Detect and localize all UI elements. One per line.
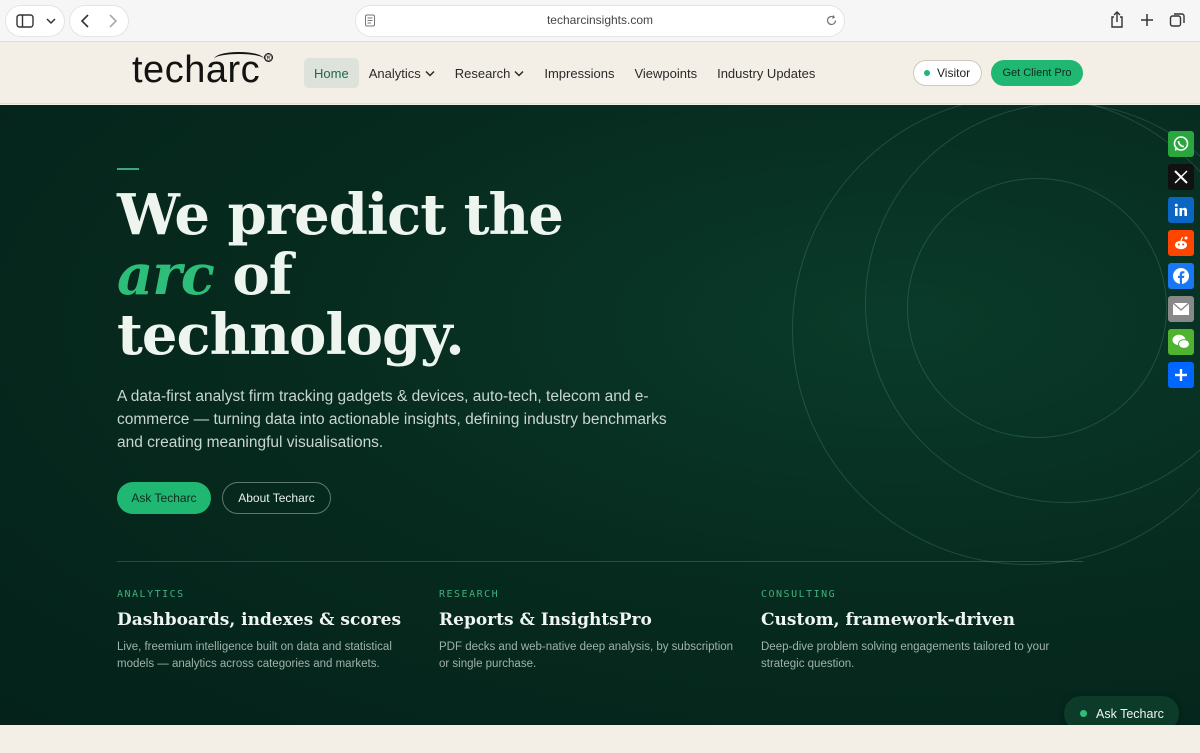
x-icon[interactable] [1168,164,1194,190]
feature-title: Dashboards, indexes & scores [117,610,402,630]
new-tab-icon[interactable] [1139,11,1155,29]
hero-divider [117,561,1083,562]
site-header: techarc ® Home Analytics Research Impres… [0,42,1200,104]
feature-description: Deep-dive problem solving engagements ta… [761,641,1050,670]
toolbar-actions [1109,11,1186,29]
feature-analytics[interactable]: ANALYTICS Dashboards, indexes & scores L… [117,589,417,672]
status-dot-icon [924,70,930,76]
decorative-ring-inner [907,178,1167,438]
nav-item-analytics[interactable]: Analytics [359,58,445,88]
hero-title-line1: We predict the [117,182,564,248]
url-text: techarcinsights.com [546,13,654,27]
hero-title: We predict the arc of technology. [117,182,564,368]
nav-label: Industry Updates [717,65,816,81]
nav-label: Viewpoints [634,65,698,81]
facebook-icon[interactable] [1168,263,1194,289]
wechat-icon[interactable] [1168,329,1194,355]
nav-item-industry-updates[interactable]: Industry Updates [707,58,825,88]
get-client-pro-button[interactable]: Get Client Pro [991,60,1083,86]
feature-consulting[interactable]: CONSULTING Custom, framework-driven Deep… [761,589,1061,672]
reload-icon[interactable] [825,14,838,27]
logo-arc-icon [214,52,264,66]
share-icon[interactable] [1168,362,1194,388]
main-nav: Home Analytics Research Impressions View… [304,58,825,88]
status-dot-icon [1080,710,1087,717]
feature-label: CONSULTING [761,589,837,600]
linkedin-icon[interactable] [1168,197,1194,223]
nav-item-research[interactable]: Research [445,58,535,88]
feature-label: RESEARCH [439,589,500,600]
forward-icon[interactable] [108,14,118,28]
whatsapp-icon[interactable] [1168,131,1194,157]
feature-title: Reports & InsightsPro [439,610,652,630]
address-bar[interactable]: techarcinsights.com [356,6,844,36]
feature-description: PDF decks and web-native deep analysis, … [439,641,734,670]
tab-overview-icon[interactable] [1169,11,1186,29]
browser-toolbar: techarcinsights.com [0,0,1200,42]
hero-title-accent: arc [117,242,215,308]
visitor-button[interactable]: Visitor [913,60,982,86]
registered-mark: ® [264,53,273,63]
share-rail [1168,131,1194,395]
chevron-down-icon [425,70,435,77]
page-below-hero [0,725,1200,753]
history-nav-group [70,6,128,36]
reddit-icon[interactable] [1168,230,1194,256]
hero-accent-line [117,168,139,170]
nav-item-impressions[interactable]: Impressions [534,58,624,88]
about-techarc-button[interactable]: About Techarc [222,482,331,514]
visitor-label: Visitor [937,66,971,80]
chevron-down-icon [514,70,524,77]
hero-title-line3: technology. [117,302,465,368]
nav-label: Impressions [544,65,615,81]
chevron-down-icon[interactable] [46,17,56,25]
feature-title: Custom, framework-driven [761,610,1015,630]
sidebar-icon[interactable] [16,14,34,28]
hero-description: A data-first analyst firm tracking gadge… [117,388,667,451]
email-icon[interactable] [1168,296,1194,322]
nav-label: Research [454,65,511,81]
sidebar-toggle-group[interactable] [6,6,64,36]
nav-label: Home [314,65,349,81]
feature-research[interactable]: RESEARCH Reports & InsightsPro PDF decks… [439,589,739,672]
nav-item-viewpoints[interactable]: Viewpoints [624,58,707,88]
share-sheet-icon[interactable] [1109,11,1125,29]
feature-label: ANALYTICS [117,589,185,600]
back-icon[interactable] [80,14,90,28]
feature-description: Live, freemium intelligence built on dat… [117,641,392,670]
floating-ask-label: Ask Techarc [1096,706,1164,721]
nav-label: Analytics [368,65,421,81]
hero-title-line2: of [213,242,292,308]
nav-item-home[interactable]: Home [304,58,359,88]
ask-techarc-button[interactable]: Ask Techarc [117,482,211,514]
hero-section: We predict the arc of technology. A data… [0,105,1200,725]
